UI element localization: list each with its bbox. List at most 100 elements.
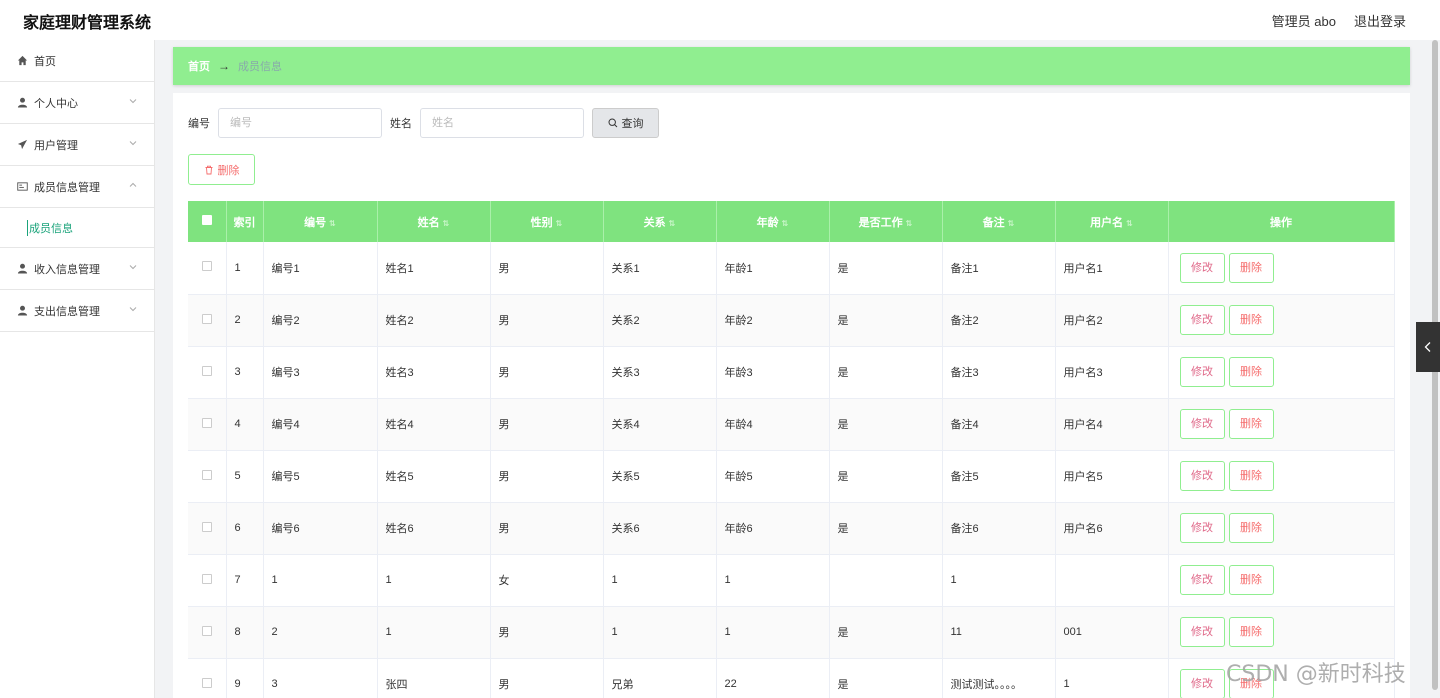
sidebar-item-member-management[interactable]: 成员信息管理 [0, 166, 154, 208]
id-search-input[interactable] [218, 108, 382, 138]
row-checkbox[interactable] [188, 346, 227, 399]
delete-button[interactable]: 删除 [1228, 617, 1274, 647]
sort-icon: ⇅ [1126, 218, 1133, 228]
sidebar-item-label: 收入信息管理 [34, 263, 100, 276]
cell-username: 001 [1055, 606, 1169, 659]
cell-index: 9 [226, 658, 264, 698]
column-header-working[interactable]: 是否工作 ⇅ [829, 201, 943, 242]
column-header-remark[interactable]: 备注 ⇅ [942, 201, 1056, 242]
cell-working: 是 [829, 658, 943, 698]
column-header-username[interactable]: 用户名 ⇅ [1055, 201, 1169, 242]
edit-button[interactable]: 修改 [1179, 513, 1225, 543]
row-checkbox[interactable] [188, 606, 227, 659]
sidebar-item-user-management[interactable]: 用户管理 [0, 124, 154, 166]
cell-relation: 关系2 [603, 294, 717, 347]
sort-icon: ⇅ [781, 218, 789, 228]
table-header-row: 索引 编号 ⇅ 姓名 ⇅ 性别 ⇅ 关系 ⇅ 年龄 ⇅ 是否工作 ⇅ 备注 ⇅ 用户名 ⇅ 操作 [188, 201, 1395, 242]
logout-link[interactable]: 退出登录 [1354, 11, 1406, 30]
edit-button[interactable]: 修改 [1179, 305, 1225, 335]
cell-actions: 修改 删除 [1168, 606, 1395, 659]
delete-button[interactable]: 删除 [1228, 461, 1274, 491]
cell-actions: 修改 删除 [1168, 554, 1395, 607]
cell-age: 年龄2 [716, 294, 830, 347]
edit-button[interactable]: 修改 [1179, 669, 1225, 698]
column-header-gender[interactable]: 性别 ⇅ [490, 201, 604, 242]
collapse-panel-button[interactable] [1416, 322, 1440, 372]
row-checkbox[interactable] [188, 242, 227, 295]
edit-button[interactable]: 修改 [1179, 252, 1225, 283]
sidebar-item-home[interactable]: 首页 [0, 40, 154, 82]
cell-name: 姓名3 [377, 346, 491, 399]
edit-button[interactable]: 修改 [1179, 409, 1225, 439]
cell-relation: 关系6 [603, 502, 717, 555]
table-body: 1 编号1 姓名1 男关系1 年龄1 是备注1 用户名1 修改 删除 2 编号2 姓名2 男关系2 年龄2… [188, 242, 1395, 698]
row-checkbox[interactable] [188, 658, 227, 698]
delete-button[interactable]: 删除 [1228, 513, 1274, 543]
delete-button[interactable]: 删除 [1228, 252, 1274, 283]
user-icon [16, 263, 28, 275]
cell-gender: 男 [490, 450, 604, 503]
sidebar-item-income-management[interactable]: 收入信息管理 [0, 248, 154, 290]
sort-icon: ⇅ [329, 218, 336, 228]
cell-age: 年龄1 [716, 242, 830, 295]
cell-actions: 修改 删除 [1168, 346, 1395, 399]
cell-index: 5 [226, 450, 264, 503]
sidebar-item-label: 首页 [34, 55, 56, 68]
row-checkbox[interactable] [188, 294, 227, 347]
row-checkbox[interactable] [188, 502, 227, 555]
cell-id: 2 [263, 606, 378, 659]
chevron-up-icon [129, 182, 137, 187]
table-row: 5 编号5 姓名5 男关系5 年龄5 是备注5 用户名5 修改 删除 [188, 450, 1395, 503]
column-header-age[interactable]: 年龄 ⇅ [716, 201, 830, 242]
table-row: 7 1 1 女 1 1 1 修改 删除 [188, 554, 1395, 607]
cell-id: 编号4 [263, 398, 378, 451]
breadcrumb-current: 成员信息 [238, 61, 282, 73]
cell-gender: 男 [490, 294, 604, 347]
table-row: 6 编号6 姓名6 男关系6 年龄6 是备注6 用户名6 修改 删除 [188, 502, 1395, 555]
column-header-relation[interactable]: 关系 ⇅ [603, 201, 717, 242]
cell-gender: 女 [490, 554, 604, 607]
row-checkbox[interactable] [188, 450, 227, 503]
column-header-name[interactable]: 姓名 ⇅ [377, 201, 491, 242]
cell-remark: 备注5 [942, 450, 1056, 503]
select-all-checkbox[interactable] [188, 201, 227, 242]
table-row: 9 3 张四男兄弟 22 是测试测试。。。。 1 修改 删除 [188, 658, 1395, 698]
cell-relation: 关系3 [603, 346, 717, 399]
sidebar: 首页 个人中心 用户管理 成员信息管理 成员信息 收入信息管理 支出信息管理 [0, 40, 155, 698]
delete-button[interactable]: 删除 [1228, 565, 1274, 595]
column-header-id[interactable]: 编号 ⇅ [263, 201, 378, 242]
delete-button[interactable]: 删除 [1228, 305, 1274, 335]
edit-button[interactable]: 修改 [1179, 461, 1225, 491]
cell-relation: 关系1 [603, 242, 717, 295]
cell-index: 3 [226, 346, 264, 399]
cell-gender: 男 [490, 658, 604, 698]
sidebar-item-label: 支出信息管理 [34, 305, 100, 318]
sidebar-subitem-member-info[interactable]: 成员信息 [0, 208, 154, 248]
sidebar-item-expense-management[interactable]: 支出信息管理 [0, 290, 154, 332]
id-card-icon [16, 181, 28, 193]
cell-name: 姓名2 [377, 294, 491, 347]
cell-name: 姓名1 [377, 242, 491, 295]
edit-button[interactable]: 修改 [1179, 565, 1225, 595]
breadcrumb-home[interactable]: 首页 [188, 58, 210, 74]
row-checkbox[interactable] [188, 398, 227, 451]
row-checkbox[interactable] [188, 554, 227, 607]
edit-button[interactable]: 修改 [1179, 617, 1225, 647]
name-search-input[interactable] [420, 108, 584, 138]
delete-button[interactable]: 删除 [1228, 357, 1274, 387]
query-button[interactable]: 查询 [592, 108, 659, 138]
cell-username: 用户名2 [1055, 294, 1169, 347]
table-row: 1 编号1 姓名1 男关系1 年龄1 是备注1 用户名1 修改 删除 [188, 242, 1395, 295]
edit-button[interactable]: 修改 [1179, 357, 1225, 387]
cell-gender: 男 [490, 398, 604, 451]
current-user[interactable]: 管理员 abo [1272, 11, 1336, 30]
table-row: 2 编号2 姓名2 男关系2 年龄2 是备注2 用户名2 修改 删除 [188, 294, 1395, 347]
delete-button[interactable]: 删除 [1228, 409, 1274, 439]
sidebar-item-personal-center[interactable]: 个人中心 [0, 82, 154, 124]
cell-id: 编号5 [263, 450, 378, 503]
cell-index: 4 [226, 398, 264, 451]
cell-age: 年龄3 [716, 346, 830, 399]
cell-relation: 1 [603, 606, 717, 659]
sort-icon: ⇅ [442, 218, 450, 228]
batch-delete-button[interactable]: 删除 [188, 154, 255, 185]
